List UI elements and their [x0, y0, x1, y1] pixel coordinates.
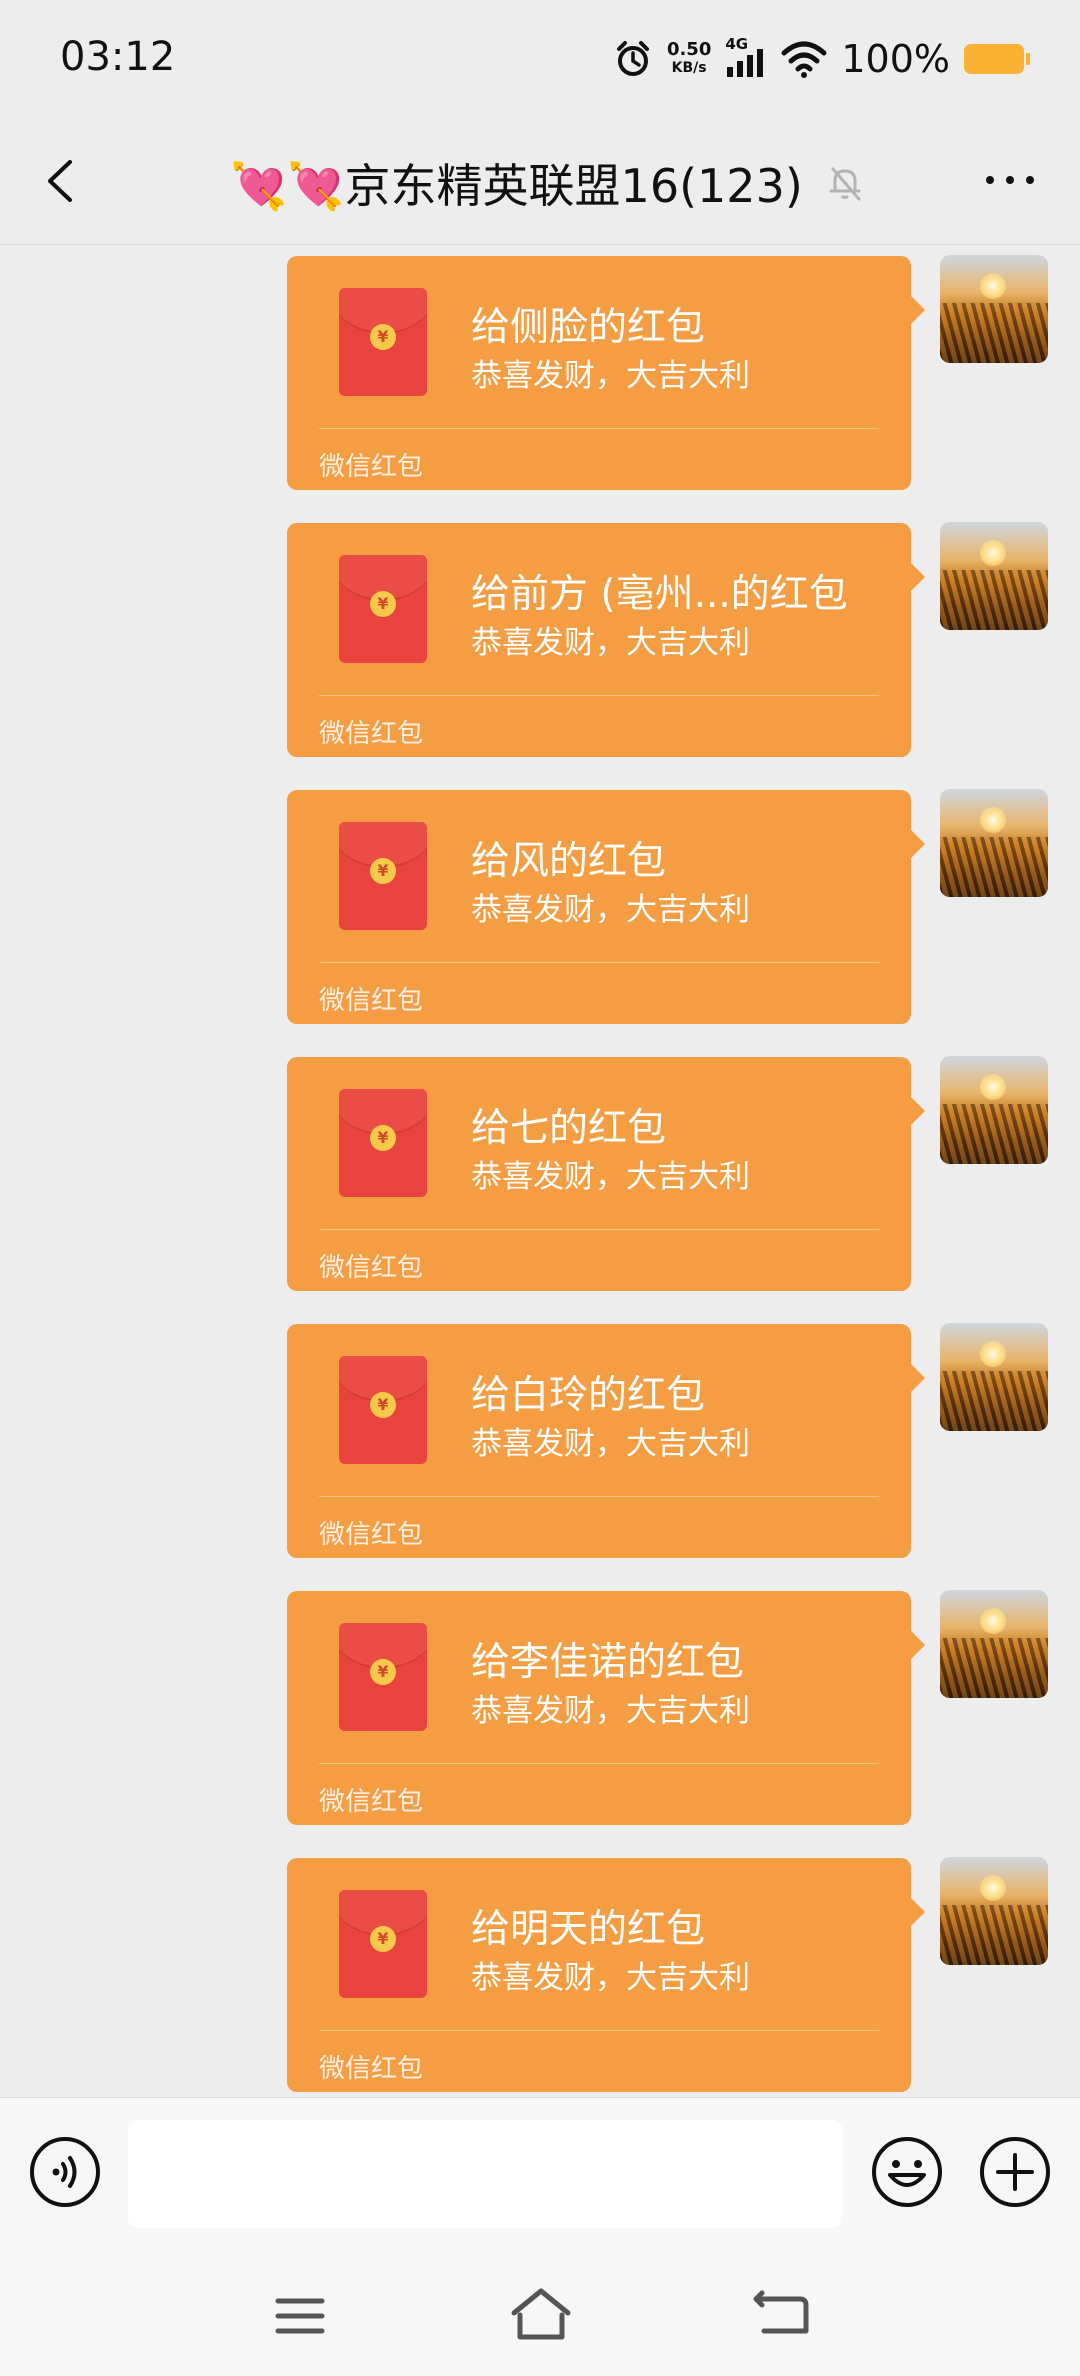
menu-icon[interactable] [270, 2291, 330, 2341]
divider [319, 962, 879, 963]
divider [319, 1763, 879, 1764]
more-dots-icon[interactable] [980, 160, 1040, 200]
title-wrap: 💘💘京东精英联盟16(123) [230, 148, 865, 218]
red-packet-bubble[interactable]: ¥ 给七的红包 恭喜发财，大吉大利 微信红包 [287, 1057, 925, 1291]
divider [319, 1496, 879, 1497]
red-packet-footer: 微信红包 [319, 1520, 424, 1550]
message-row: ¥ 给七的红包 恭喜发财，大吉大利 微信红包 [0, 1046, 1080, 1291]
red-packet-footer: 微信红包 [319, 1253, 424, 1283]
red-packet-subtitle: 恭喜发财，大吉大利 [471, 358, 750, 394]
wifi-icon [781, 41, 827, 78]
alarm-icon [616, 41, 649, 76]
red-packet-title: 给风的红包 [471, 839, 667, 884]
red-packet-subtitle: 恭喜发财，大吉大利 [471, 1960, 750, 1996]
red-packet-footer: 微信红包 [319, 986, 424, 1016]
message-row: ¥ 给白玲的红包 恭喜发财，大吉大利 微信红包 [0, 1313, 1080, 1558]
red-envelope-icon: ¥ [339, 822, 427, 930]
divider [319, 1229, 879, 1230]
red-packet-title: 给七的红包 [471, 1106, 667, 1151]
divider [319, 695, 879, 696]
message-row: ¥ 给风的红包 恭喜发财，大吉大利 微信红包 [0, 779, 1080, 1024]
message-row: ¥ 给前方 (亳州...的红包 恭喜发财，大吉大利 微信红包 [0, 512, 1080, 757]
net-speed: 0.50 KB/s [667, 41, 711, 77]
red-envelope-icon: ¥ [339, 1623, 427, 1731]
red-packet-subtitle: 恭喜发财，大吉大利 [471, 1693, 750, 1729]
red-envelope-icon: ¥ [339, 1356, 427, 1464]
message-input[interactable] [128, 2120, 842, 2228]
red-packet-bubble[interactable]: ¥ 给李佳诺的红包 恭喜发财，大吉大利 微信红包 [287, 1591, 925, 1825]
chat-list[interactable]: ¥ 给侧脸的红包 恭喜发财，大吉大利 微信红包 ¥ 给前方 (亳州...的红包 … [0, 245, 1080, 2097]
avatar[interactable] [940, 1857, 1048, 1965]
home-icon[interactable] [508, 2285, 574, 2345]
status-time: 03:12 [60, 34, 176, 80]
divider [319, 428, 879, 429]
red-packet-title: 给白玲的红包 [471, 1373, 706, 1418]
battery-icon [964, 44, 1030, 74]
avatar[interactable] [940, 255, 1048, 363]
back-icon[interactable] [752, 2289, 812, 2341]
bell-off-icon [829, 167, 861, 201]
red-packet-title: 给侧脸的红包 [471, 305, 706, 350]
input-bar [0, 2097, 1080, 2248]
red-packet-title: 给前方 (亳州...的红包 [471, 572, 848, 617]
emoji-icon[interactable] [870, 2135, 944, 2209]
avatar[interactable] [940, 1590, 1048, 1698]
red-envelope-icon: ¥ [339, 1089, 427, 1197]
signal-icon: 4G [725, 35, 767, 79]
red-packet-footer: 微信红包 [319, 719, 424, 749]
battery-percent: 100% [841, 37, 950, 81]
message-row: ¥ 给明天的红包 恭喜发财，大吉大利 微信红包 [0, 1847, 1080, 2092]
plus-icon[interactable] [978, 2135, 1052, 2209]
red-packet-title: 给李佳诺的红包 [471, 1640, 745, 1685]
red-envelope-icon: ¥ [339, 288, 427, 396]
red-packet-subtitle: 恭喜发财，大吉大利 [471, 625, 750, 661]
divider [319, 2030, 879, 2031]
avatar[interactable] [940, 522, 1048, 630]
chevron-left-icon[interactable] [38, 156, 88, 206]
net-speed-value: 0.50 [666, 39, 712, 60]
status-bar: 03:12 0.50 KB/s 4G 100% [0, 0, 1080, 120]
avatar[interactable] [940, 789, 1048, 897]
red-packet-subtitle: 恭喜发财，大吉大利 [471, 892, 750, 928]
status-icons: 0.50 KB/s 4G 100% [613, 34, 1030, 84]
avatar[interactable] [940, 1056, 1048, 1164]
voice-icon[interactable] [28, 2135, 102, 2209]
chat-header: 💘💘京东精英联盟16(123) [0, 120, 1080, 245]
avatar[interactable] [940, 1323, 1048, 1431]
net-speed-unit: KB/s [671, 60, 707, 76]
red-envelope-icon: ¥ [339, 1890, 427, 1998]
red-packet-bubble[interactable]: ¥ 给风的红包 恭喜发财，大吉大利 微信红包 [287, 790, 925, 1024]
red-packet-footer: 微信红包 [319, 1787, 424, 1817]
red-packet-subtitle: 恭喜发财，大吉大利 [471, 1159, 750, 1195]
message-row: ¥ 给李佳诺的红包 恭喜发财，大吉大利 微信红包 [0, 1580, 1080, 1825]
red-packet-bubble[interactable]: ¥ 给白玲的红包 恭喜发财，大吉大利 微信红包 [287, 1324, 925, 1558]
red-packet-footer: 微信红包 [319, 452, 424, 482]
red-packet-footer: 微信红包 [319, 2054, 424, 2084]
red-packet-subtitle: 恭喜发财，大吉大利 [471, 1426, 750, 1462]
system-nav-bar [0, 2247, 1080, 2376]
message-row: ¥ 给侧脸的红包 恭喜发财，大吉大利 微信红包 [0, 245, 1080, 490]
red-packet-title: 给明天的红包 [471, 1907, 706, 1952]
chat-title[interactable]: 💘💘京东精英联盟16(123) [230, 150, 803, 216]
red-packet-bubble[interactable]: ¥ 给明天的红包 恭喜发财，大吉大利 微信红包 [287, 1858, 925, 2092]
red-packet-bubble[interactable]: ¥ 给前方 (亳州...的红包 恭喜发财，大吉大利 微信红包 [287, 523, 925, 757]
red-packet-bubble[interactable]: ¥ 给侧脸的红包 恭喜发财，大吉大利 微信红包 [287, 256, 925, 490]
red-envelope-icon: ¥ [339, 555, 427, 663]
